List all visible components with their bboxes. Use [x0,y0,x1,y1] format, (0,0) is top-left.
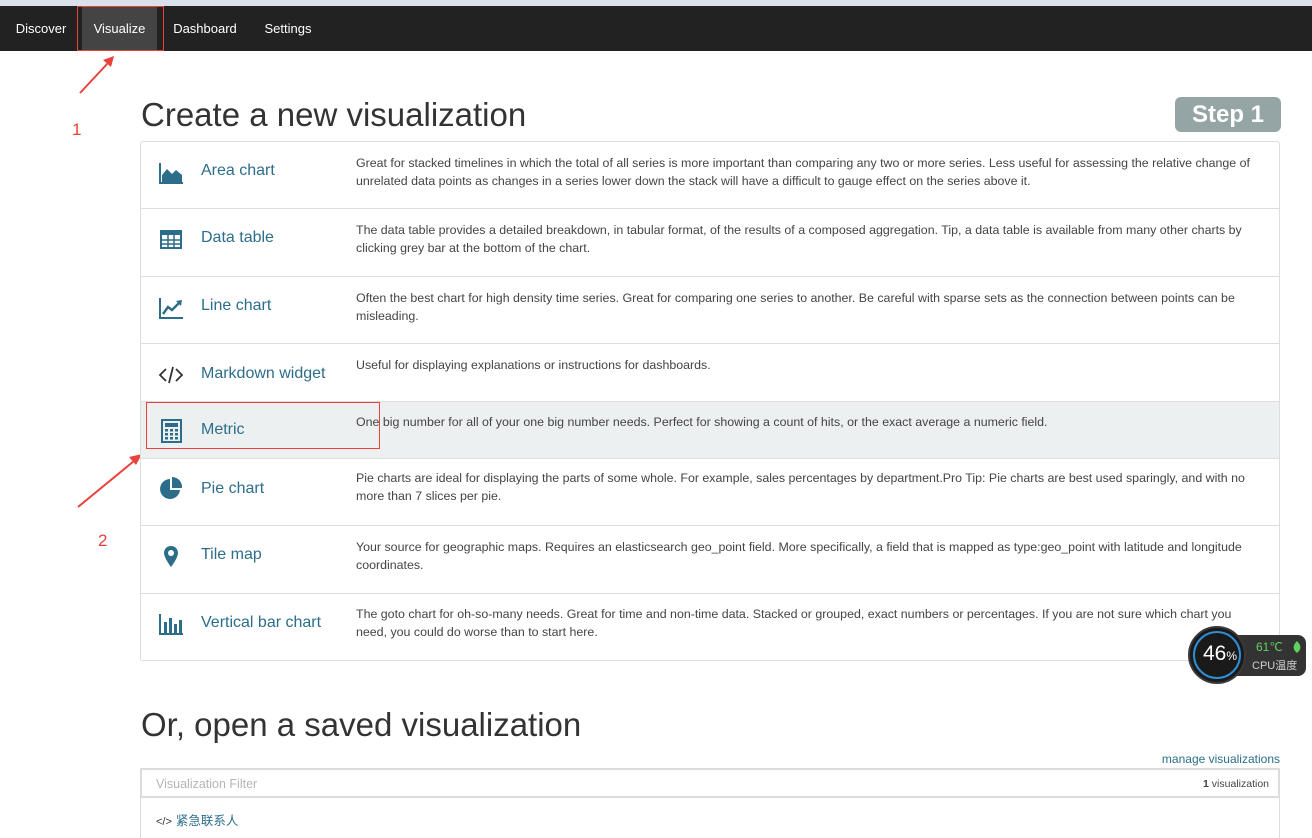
vis-type-name: Area chart [201,162,275,179]
line-chart-icon [159,298,183,319]
annotation-box-metric [146,402,380,449]
cpu-temperature-widget[interactable]: 46% 61℃ CPU温度 [1188,626,1306,686]
step-badge: Step 1 [1175,97,1281,132]
visualization-filter-input[interactable] [156,774,1056,794]
map-marker-icon [164,546,178,567]
vis-type-tile-map[interactable]: Tile map Your source for geographic maps… [141,526,1279,594]
vis-type-description: Useful for displaying explanations or in… [356,358,711,372]
visualization-count-number: 1 [1202,778,1209,790]
vis-type-description: The data table provides a detailed break… [356,223,1242,255]
vis-type-name: Pie chart [201,480,265,497]
vis-type-markdown-widget[interactable]: Markdown widget Useful for displaying ex… [141,344,1279,402]
vis-type-name: Line chart [201,297,272,314]
visualization-count: 1 visualization [1203,778,1269,790]
leaf-icon [1293,641,1301,653]
vis-type-description: Pie charts are ideal for displaying the … [356,471,1245,503]
vis-type-description: The goto chart for oh-so-many needs. Gre… [356,607,1232,639]
saved-visualization-list: </> 紧急联系人 [140,798,1280,838]
code-icon [158,366,184,384]
vis-type-name: Data table [201,229,274,246]
manage-visualizations-link[interactable]: manage visualizations [1162,752,1280,766]
cpu-temperature-label: CPU温度 [1252,660,1298,672]
nav-dashboard[interactable]: Dashboard [160,6,250,51]
saved-visualization-label: 紧急联系人 [175,814,239,828]
vis-type-data-table[interactable]: Data table The data table provides a det… [141,209,1279,277]
visualization-type-list: Area chart Great for stacked timelines i… [140,141,1280,661]
vis-type-name: Markdown widget [201,365,326,382]
vis-type-area-chart[interactable]: Area chart Great for stacked timelines i… [141,142,1279,209]
table-icon [160,230,182,249]
cpu-usage-percent-sign: % [1226,649,1238,663]
nav-settings[interactable]: Settings [252,6,324,51]
vis-type-name: Tile map [201,546,262,563]
vis-type-description: Great for stacked timelines in which the… [356,156,1250,188]
vis-type-description: Your source for geographic maps. Require… [356,540,1242,572]
vis-type-name: Vertical bar chart [201,614,322,631]
vis-type-vertical-bar-chart[interactable]: Vertical bar chart The goto chart for oh… [141,594,1279,660]
visualization-count-label: visualization [1211,778,1269,790]
cpu-temperature-value: 61℃ [1256,640,1283,654]
visualization-filter-box: 1visualization [140,768,1280,798]
vis-type-description: Often the best chart for high density ti… [356,291,1235,323]
cpu-usage-percent: 46% [1196,642,1244,666]
code-icon: </> [156,816,172,828]
nav-discover[interactable]: Discover [0,6,82,51]
vis-type-description: One big number for all of your one big n… [356,415,1048,429]
cpu-usage-value: 46 [1202,642,1227,665]
bar-chart-icon [159,614,183,635]
annotation-box-visualize [77,6,164,51]
create-visualization-title: Create a new visualization [141,96,527,133]
pie-chart-icon [160,476,183,499]
saved-visualization-item[interactable]: </> 紧急联系人 [156,810,238,829]
area-chart-icon [159,163,183,184]
vis-type-pie-chart[interactable]: Pie chart Pie charts are ideal for displ… [141,459,1279,526]
vis-type-line-chart[interactable]: Line chart Often the best chart for high… [141,277,1279,344]
saved-visualization-title: Or, open a saved visualization [141,706,582,743]
annotation-number-2: 2 [98,531,108,550]
top-navbar: Discover Visualize Dashboard Settings [0,6,1312,51]
annotation-number-1: 1 [72,120,82,139]
